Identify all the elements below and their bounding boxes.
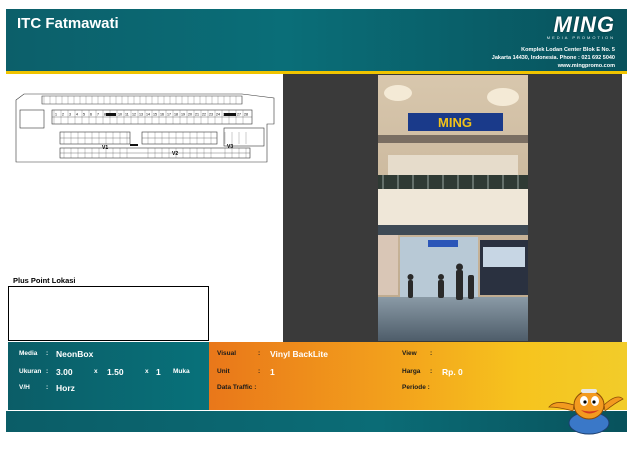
- unit-label: Unit: [217, 368, 230, 375]
- unit-number: 5: [83, 113, 85, 117]
- colon: :: [258, 350, 261, 357]
- floor-plan-drawing: 1234567891011121314151617181920212223242…: [15, 93, 275, 163]
- face-count-value: 1: [156, 367, 161, 377]
- unit-value: 1: [270, 367, 275, 377]
- unit-number: 3: [69, 113, 71, 117]
- unit-number: 20: [188, 113, 192, 117]
- unit-number: 7: [97, 113, 99, 117]
- media-value: NeonBox: [56, 349, 94, 359]
- visual-value: Vinyl BackLite: [270, 349, 328, 359]
- specs-panel-left: Media : NeonBox Ukuran : 3.00 x 1.50 x 1…: [8, 342, 209, 410]
- unit-number: 19: [181, 113, 185, 117]
- unit-number: 15: [153, 113, 157, 117]
- unit-number: 4: [76, 113, 78, 117]
- unit-number: 1: [55, 113, 57, 117]
- height-value: 1.50: [107, 367, 124, 377]
- plus-point-box: [8, 286, 209, 341]
- mall-interior-image: MING: [378, 75, 528, 341]
- unit-number: 18: [174, 113, 178, 117]
- logo-tagline: MEDIA PROMOTION: [546, 35, 615, 40]
- footer-bar: [6, 411, 627, 432]
- zone-label-v1: V1: [102, 145, 108, 151]
- zone-label-v3: V3: [227, 144, 233, 150]
- unit-number: 6: [90, 113, 92, 117]
- address-line-2: Jakarta 14430, Indonesia. Phone : 021 69…: [491, 55, 615, 61]
- floor-plan-map: 1234567891011121314151617181920212223242…: [12, 80, 279, 232]
- unit-number: 27: [237, 113, 241, 117]
- company-address: Komplek Lodan Center Blok E No. 5 Jakart…: [492, 46, 615, 70]
- muka-label: Muka: [173, 368, 190, 375]
- times-sign: x: [94, 368, 98, 375]
- unit-number: 17: [167, 113, 171, 117]
- unit-number: 22: [202, 113, 206, 117]
- view-label: View: [402, 350, 417, 357]
- page-title: ITC Fatmawati: [17, 15, 119, 32]
- vh-label: V/H: [19, 384, 30, 391]
- harga-value: Rp. 0: [442, 367, 463, 377]
- website: www.mingpromo.com: [557, 63, 615, 69]
- plus-point-label: Plus Point Lokasi: [13, 276, 76, 285]
- times-sign: x: [145, 368, 149, 375]
- harga-label: Harga: [402, 368, 421, 375]
- visual-label: Visual: [217, 350, 237, 357]
- mascot-icon: [548, 389, 624, 435]
- unit-number: 16: [160, 113, 164, 117]
- colon: :: [46, 384, 49, 391]
- vh-value: Horz: [56, 383, 75, 393]
- unit-number: 24: [216, 113, 220, 117]
- zone-label-v2: V2: [172, 151, 178, 157]
- location-photo: MING: [378, 75, 528, 341]
- colon: :: [46, 368, 49, 375]
- width-value: 3.00: [56, 367, 73, 377]
- unit-number: 12: [132, 113, 136, 117]
- address-line-1: Komplek Lodan Center Blok E No. 5: [521, 47, 615, 53]
- unit-number: 8: [104, 113, 106, 117]
- unit-number: 14: [146, 113, 150, 117]
- unit-number: 2: [62, 113, 64, 117]
- colon: :: [430, 368, 433, 375]
- data-traffic-label: Data Traffic :: [217, 384, 257, 391]
- colon: :: [258, 368, 261, 375]
- header-banner: ITC Fatmawati MING MEDIA PROMOTION Kompl…: [6, 9, 627, 71]
- unit-number: 11: [125, 113, 129, 117]
- colon: :: [46, 350, 49, 357]
- mascot-illustration: [545, 383, 625, 435]
- unit-number: 28: [244, 113, 248, 117]
- ming-sign: MING: [438, 115, 472, 130]
- unit-number: 10: [118, 113, 122, 117]
- unit-number: 21: [195, 113, 199, 117]
- unit-number: 23: [209, 113, 213, 117]
- ukuran-label: Ukuran: [19, 368, 42, 375]
- periode-label: Periode :: [402, 384, 430, 391]
- unit-number: 13: [139, 113, 143, 117]
- media-label: Media: [19, 350, 38, 357]
- colon: :: [430, 350, 433, 357]
